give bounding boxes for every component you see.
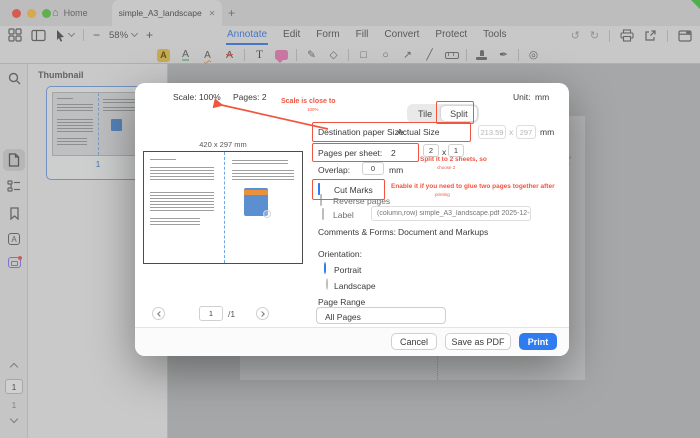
preview-next-button[interactable] <box>256 307 269 320</box>
print-preview <box>143 151 303 264</box>
annotation-note-cut-marks: Enable it if you need to glue two pages … <box>391 183 555 190</box>
screen-corner-artifact <box>691 0 700 9</box>
preview-split-line <box>224 152 225 263</box>
annotation-note-scale-sub: 100% <box>307 107 319 112</box>
grid-times: x <box>442 147 446 157</box>
preview-graphic-magnifier <box>263 210 271 218</box>
page-range-label: Page Range <box>318 297 365 307</box>
preview-text-lines <box>150 167 214 181</box>
pages-per-sheet-value[interactable]: 2 <box>391 148 396 158</box>
label-text-input[interactable] <box>371 206 531 221</box>
unit-value: mm <box>535 92 549 102</box>
cut-marks-label: Cut Marks <box>334 185 373 195</box>
annotation-note-scale: Scale is close to <box>281 98 335 105</box>
preview-text-lines <box>232 160 288 166</box>
sheet-height-field[interactable] <box>516 125 536 139</box>
app-window: ⌂ Home simple_A3_landscape ✕ + − 58% + <box>0 0 700 438</box>
orientation-label: Orientation: <box>318 249 362 259</box>
preview-text-lines <box>150 192 214 213</box>
label-checkbox[interactable] <box>322 208 324 220</box>
preview-page-total: /1 <box>228 309 235 319</box>
tab-tile[interactable]: Tile <box>409 106 441 121</box>
portrait-label: Portrait <box>334 265 361 275</box>
dialog-footer: Cancel Save as PDF Print <box>135 327 569 356</box>
preview-text-lines <box>150 218 200 226</box>
tab-split[interactable]: Split <box>441 106 477 121</box>
comments-forms-label: Comments & Forms: <box>318 227 396 237</box>
preview-graphic <box>244 188 268 216</box>
destination-label: Destination paper Size: <box>318 127 406 137</box>
preview-graphic-band <box>244 190 268 195</box>
preview-text-lines <box>150 159 176 161</box>
reverse-pages-label: Reverse pages <box>333 196 390 206</box>
sheet-width-field[interactable] <box>478 125 506 139</box>
overlap-field[interactable] <box>362 162 384 175</box>
label-label: Label <box>333 210 354 220</box>
grid-rows-field[interactable] <box>448 144 464 157</box>
pages-per-sheet-label: Pages per sheet: <box>318 148 382 158</box>
page-range-dropdown[interactable]: All Pages <box>316 307 446 324</box>
sheet-size-unit: mm <box>540 127 554 137</box>
print-split-dialog: Scale: 100% Pages: 2 Unit: mm Tile Split… <box>135 83 569 356</box>
save-as-pdf-button[interactable]: Save as PDF <box>445 333 511 350</box>
pages-count-label: Pages: 2 <box>233 92 267 102</box>
preview-prev-button[interactable] <box>152 307 165 320</box>
chevron-right-icon <box>259 311 265 317</box>
annotation-note-split-sub: choose 2 <box>437 165 455 170</box>
preview-text-lines <box>232 170 294 180</box>
landscape-label: Landscape <box>334 281 376 291</box>
annotation-note-cut-marks-sub: printing <box>435 192 450 197</box>
page-range-value: All Pages <box>325 312 361 322</box>
sheet-size-times: x <box>509 127 513 137</box>
unit-label: Unit: <box>513 92 530 102</box>
portrait-radio[interactable] <box>324 262 326 274</box>
comments-forms-value[interactable]: Document and Markups <box>398 227 488 237</box>
chevron-left-icon <box>157 311 163 317</box>
mode-segmented-control: Tile Split <box>407 104 479 123</box>
grid-cols-field[interactable] <box>423 144 439 157</box>
overlap-label: Overlap: <box>318 165 350 175</box>
annotation-note-split: Split it to 2 sheets, so <box>420 156 487 163</box>
reverse-pages-checkbox[interactable] <box>320 194 322 206</box>
preview-page-input[interactable] <box>199 306 223 321</box>
preview-size-label: 420 x 297 mm <box>143 140 303 149</box>
cancel-button[interactable]: Cancel <box>391 333 437 350</box>
overlap-unit: mm <box>389 165 403 175</box>
print-button[interactable]: Print <box>519 333 557 350</box>
scale-label: Scale: 100% <box>173 92 221 102</box>
destination-value[interactable]: Actual Size <box>397 127 440 137</box>
landscape-radio[interactable] <box>326 278 328 290</box>
